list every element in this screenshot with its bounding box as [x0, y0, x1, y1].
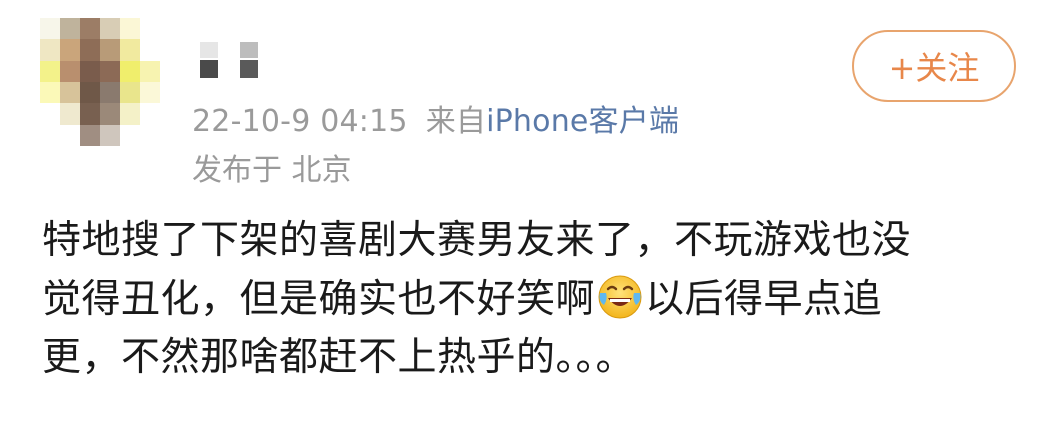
avatar-pixel	[100, 39, 120, 61]
avatar-pixel	[40, 124, 60, 146]
avatar-pixel	[40, 81, 60, 104]
avatar-pixel	[120, 103, 140, 125]
username-pixel	[200, 60, 218, 78]
post-location: 发布于 北京	[192, 153, 352, 188]
avatar-pixel	[100, 81, 120, 104]
avatar-pixel	[140, 103, 160, 125]
avatar-pixel	[40, 39, 60, 61]
post-content: 特地搜了下架的喜剧大赛男友来了，不玩游戏也没 觉得丑化，但是确实也不好笑啊 以后…	[42, 212, 1002, 388]
avatar-pixel	[100, 103, 120, 125]
avatar-pixel	[60, 39, 80, 61]
avatar-pixel	[60, 60, 80, 82]
content-text: 觉得丑化，但是确实也不好笑啊	[42, 276, 596, 322]
avatar-pixel	[100, 18, 120, 40]
source-prefix: 来自	[425, 104, 487, 139]
avatar-pixel	[120, 81, 140, 104]
avatar-pixel	[140, 81, 160, 104]
source-device-link[interactable]: iPhone客户端	[486, 104, 679, 139]
avatar[interactable]	[40, 18, 160, 146]
post-time: 22-10-9 04:15	[192, 104, 408, 139]
avatar-pixel	[80, 124, 100, 146]
content-line: 更，不然那啥都赶不上热乎的。。。	[42, 335, 636, 380]
avatar-pixel	[120, 39, 140, 61]
avatar-pixel	[60, 18, 80, 40]
avatar-pixel	[100, 124, 120, 146]
content-text: 以后得早点追	[645, 276, 883, 322]
avatar-pixel	[60, 81, 80, 104]
avatar-pixel	[80, 103, 100, 125]
username[interactable]	[200, 42, 262, 82]
avatar-pixel	[40, 60, 60, 82]
content-line: 特地搜了下架的喜剧大赛男友来了，不玩游戏也没	[42, 218, 912, 263]
avatar-pixel	[40, 103, 60, 125]
laughing-crying-emoji-icon	[598, 275, 642, 318]
avatar-pixel	[140, 18, 160, 40]
avatar-pixel	[120, 60, 140, 82]
avatar-pixel	[40, 18, 60, 40]
avatar-pixel	[140, 39, 160, 61]
avatar-pixel	[80, 81, 100, 104]
username-pixel	[240, 60, 258, 78]
avatar-pixel	[100, 60, 120, 82]
avatar-pixel	[80, 18, 100, 40]
avatar-pixel	[140, 124, 160, 146]
username-pixel	[240, 42, 258, 58]
avatar-pixel	[80, 60, 100, 82]
avatar-pixel	[60, 124, 80, 146]
username-pixel	[200, 42, 218, 58]
follow-button[interactable]: +关注	[852, 30, 1016, 102]
post-meta: 22-10-9 04:15 来自iPhone客户端	[192, 96, 679, 140]
avatar-pixel	[80, 39, 100, 61]
avatar-pixel	[140, 60, 160, 82]
avatar-pixel	[120, 18, 140, 40]
avatar-pixel	[60, 103, 80, 125]
content-line: 觉得丑化，但是确实也不好笑啊 以后得早点追	[42, 271, 1002, 330]
avatar-pixel	[120, 124, 140, 146]
